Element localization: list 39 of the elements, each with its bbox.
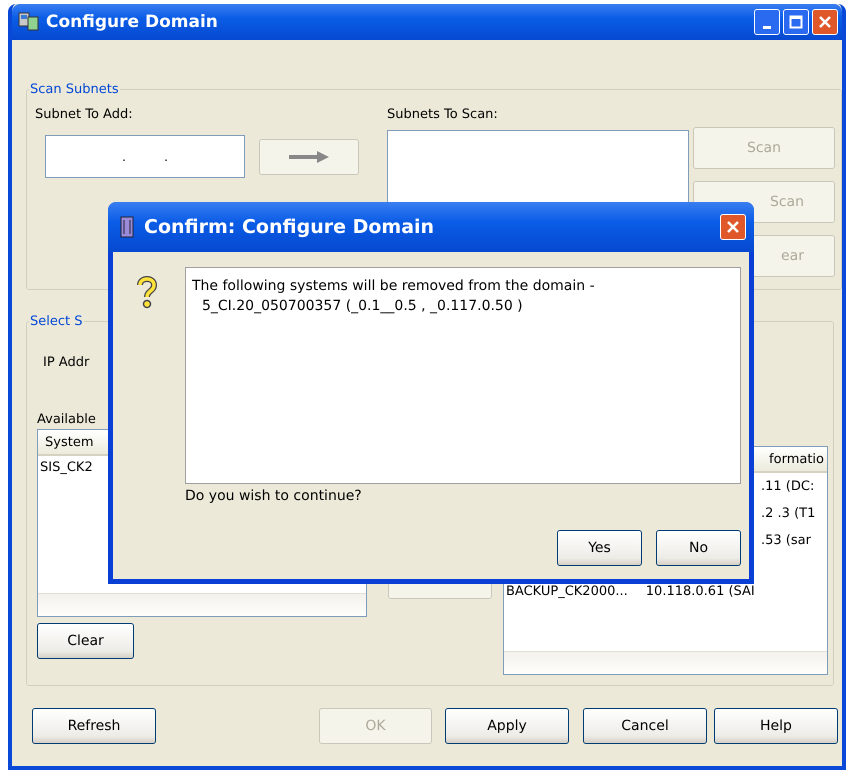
right-arrow-icon bbox=[287, 150, 331, 164]
server-icon bbox=[120, 216, 134, 238]
list-cell: .2 .3 (T1 bbox=[761, 506, 816, 521]
dialog-title: Confirm: Configure Domain bbox=[144, 216, 434, 238]
dialog-button[interactable]: Yes bbox=[557, 530, 642, 566]
field-label: Subnets To Scan: bbox=[387, 107, 499, 122]
add-button[interactable] bbox=[259, 138, 359, 174]
list-cell: 10.118.0.61 (SAI bbox=[646, 584, 755, 599]
field-label: Available bbox=[37, 412, 97, 427]
list-cell: BACKUP_CK2000... bbox=[506, 584, 628, 599]
field-label: Subnet To Add: bbox=[35, 107, 134, 122]
maximize-icon bbox=[789, 15, 803, 29]
minimize-button[interactable] bbox=[754, 9, 780, 35]
group-title: Scan Subnets bbox=[29, 82, 120, 97]
minimize-icon bbox=[763, 26, 771, 28]
question-mark-icon bbox=[135, 275, 159, 309]
close-icon bbox=[818, 15, 832, 29]
dialog-button[interactable]: No bbox=[656, 530, 741, 566]
horizontal-scrollbar[interactable] bbox=[504, 651, 827, 674]
dialog-button[interactable]: Cancel bbox=[583, 708, 707, 744]
close-icon bbox=[726, 220, 740, 234]
window-title: Configure Domain bbox=[46, 12, 218, 32]
horizontal-scrollbar[interactable] bbox=[38, 593, 366, 616]
field-label: IP Addr bbox=[43, 355, 90, 370]
message-text: 5_CI.20_050700357 (_0.1__0.5 , _0.117.0.50 ) bbox=[201, 297, 524, 316]
close-button[interactable] bbox=[812, 9, 838, 35]
group-title: Select S bbox=[29, 314, 84, 329]
clear-button[interactable]: Clear bbox=[37, 623, 134, 659]
subnet-input-field[interactable]: . . bbox=[45, 135, 245, 178]
maximize-button[interactable] bbox=[783, 9, 809, 35]
dialog-button[interactable]: Apply bbox=[445, 708, 569, 744]
close-button[interactable] bbox=[720, 214, 746, 240]
list-cell: .11 (DC: bbox=[761, 479, 814, 494]
computers-icon bbox=[18, 12, 40, 32]
list-cell: .53 (sar bbox=[761, 533, 811, 548]
question-text: Do you wish to continue? bbox=[185, 488, 363, 504]
dialog-button[interactable]: Help bbox=[714, 708, 838, 744]
dialog-button[interactable]: Refresh bbox=[32, 708, 156, 744]
message-text: The following systems will be removed from the domain - bbox=[192, 277, 596, 296]
